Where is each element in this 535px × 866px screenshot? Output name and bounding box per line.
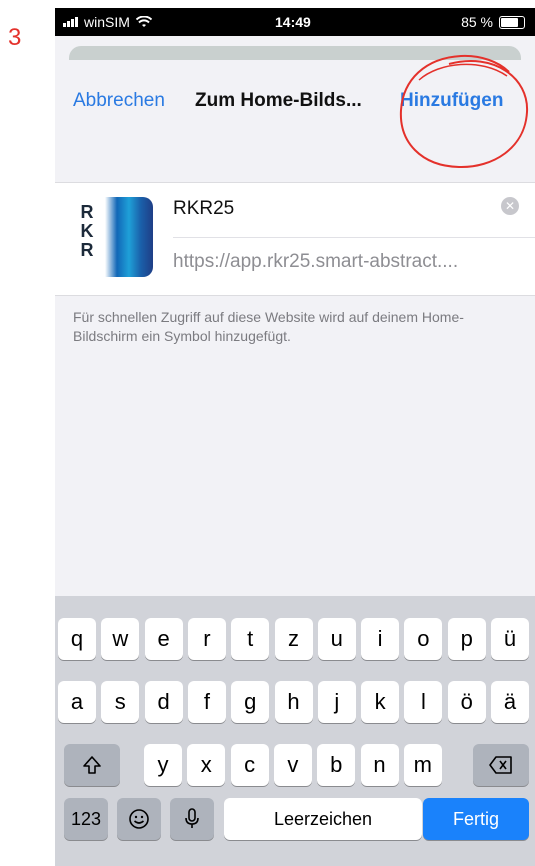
microphone-icon — [185, 808, 199, 828]
divider — [173, 237, 535, 238]
keyboard-key[interactable]: p — [447, 618, 486, 660]
wifi-icon — [135, 16, 152, 27]
signal-icon — [63, 17, 78, 27]
keyboard: 123 Leerzeichen Fertig qwertzuiopü asdfgh… — [55, 596, 535, 866]
keyboard-key[interactable]: v — [273, 744, 312, 786]
cancel-button[interactable]: Abbrechen — [73, 90, 165, 112]
description-text: Für schnellen Zugriff auf diese Website … — [73, 309, 464, 344]
keyboard-key[interactable]: s — [101, 681, 140, 723]
dictation-key[interactable] — [170, 798, 214, 840]
icon-letter: R — [80, 202, 94, 222]
space-key[interactable]: Leerzeichen — [224, 798, 422, 840]
status-left: winSIM — [63, 14, 152, 30]
app-icon-letters: R K R — [77, 203, 97, 260]
keyboard-key[interactable]: ü — [491, 618, 529, 660]
app-icon: R K R — [73, 197, 153, 277]
emoji-icon — [129, 809, 149, 829]
keyboard-key[interactable]: o — [404, 618, 443, 660]
keyboard-key[interactable]: d — [144, 681, 183, 723]
status-right: 85 % — [461, 14, 525, 30]
keyboard-key[interactable]: l — [404, 681, 443, 723]
backspace-icon — [489, 756, 512, 774]
keyboard-key[interactable]: x — [187, 744, 226, 786]
battery-percentage: 85 % — [461, 14, 493, 30]
keyboard-key[interactable]: g — [231, 681, 270, 723]
keyboard-key[interactable]: t — [231, 618, 270, 660]
keyboard-key[interactable]: f — [187, 681, 226, 723]
sheet-title: Zum Home-Bilds... — [195, 90, 362, 111]
keyboard-key[interactable]: q — [58, 618, 96, 660]
numbers-key[interactable]: 123 — [64, 798, 108, 840]
icon-letter: R — [80, 240, 94, 260]
done-key[interactable]: Fertig — [423, 798, 529, 840]
carrier-label: winSIM — [84, 14, 130, 30]
keyboard-key[interactable]: n — [360, 744, 399, 786]
keyboard-key[interactable]: b — [317, 744, 356, 786]
bookmark-url: https://app.rkr25.smart-abstract.... — [173, 251, 459, 272]
keyboard-key[interactable]: a — [58, 681, 96, 723]
keyboard-key[interactable]: j — [317, 681, 356, 723]
keyboard-key[interactable]: i — [361, 618, 400, 660]
keyboard-key[interactable]: r — [187, 618, 226, 660]
phone-screen: winSIM 14:49 85 % Abbrechen Zum Home-Bil… — [55, 8, 535, 866]
keyboard-key[interactable]: y — [144, 744, 182, 786]
keyboard-key[interactable]: ä — [491, 681, 529, 723]
keyboard-key[interactable]: z — [274, 618, 313, 660]
keyboard-key[interactable]: e — [144, 618, 183, 660]
keyboard-key[interactable]: k — [361, 681, 400, 723]
keyboard-key[interactable]: w — [101, 618, 140, 660]
shift-icon — [83, 756, 101, 774]
battery-icon — [499, 15, 525, 29]
annotation-circle — [399, 54, 529, 169]
keyboard-key[interactable]: ö — [447, 681, 486, 723]
backspace-key[interactable] — [473, 744, 529, 786]
keyboard-key[interactable]: c — [230, 744, 269, 786]
battery-level — [501, 17, 518, 27]
keyboard-key[interactable]: m — [403, 744, 442, 786]
clock: 14:49 — [275, 14, 311, 30]
keyboard-key[interactable]: u — [317, 618, 356, 660]
emoji-key[interactable] — [117, 798, 161, 840]
icon-letter: K — [80, 221, 94, 241]
bookmark-name-input[interactable] — [173, 195, 463, 223]
shift-key[interactable] — [64, 744, 120, 786]
bookmark-card: R K R ✕ https://app.rkr25.smart-abstract… — [55, 182, 535, 296]
clear-icon[interactable]: ✕ — [501, 197, 519, 215]
status-bar: winSIM 14:49 85 % — [55, 8, 535, 36]
sheet-navbar: Abbrechen Zum Home-Bilds... Hinzufügen — [55, 54, 535, 190]
keyboard-key[interactable]: h — [274, 681, 313, 723]
step-number: 3 — [8, 24, 22, 51]
